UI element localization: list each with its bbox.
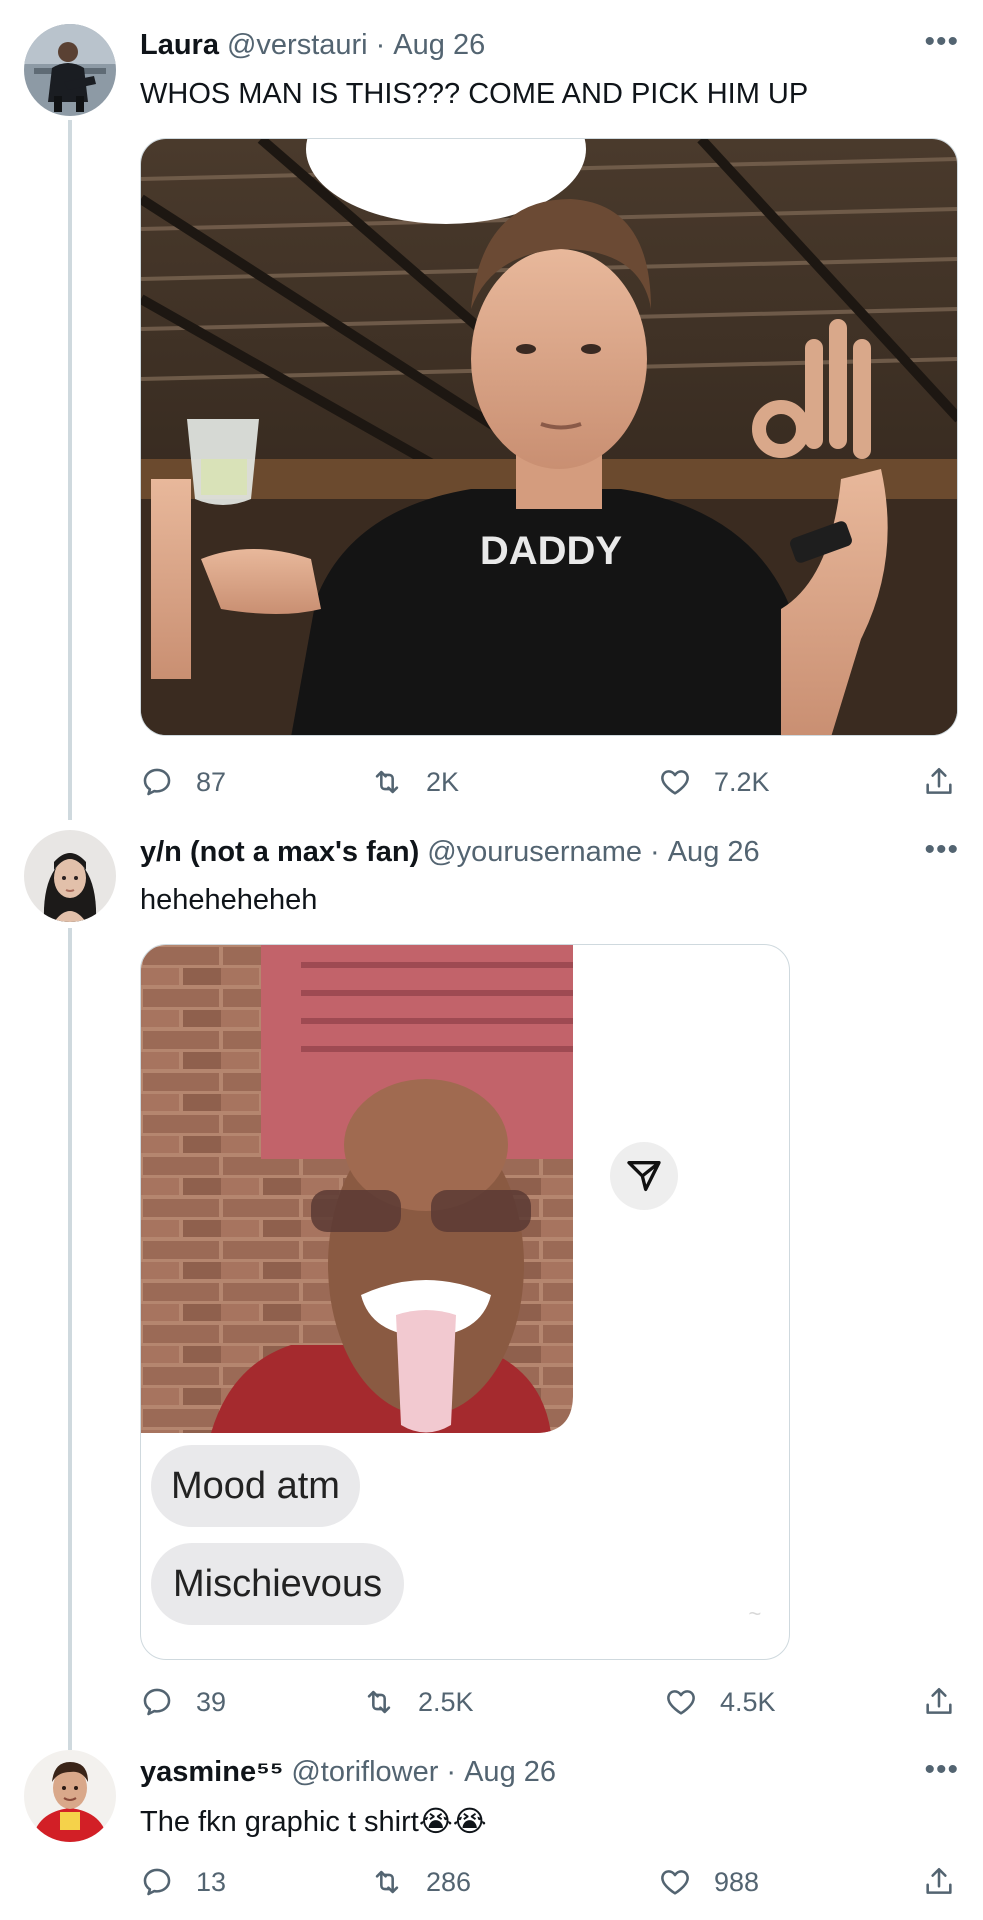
retweet-count: 2K <box>426 766 460 797</box>
reply-button[interactable]: 87 <box>140 760 226 804</box>
tweet-text: heheheheheh <box>140 884 318 916</box>
more-options-icon[interactable]: ••• <box>924 1755 959 1785</box>
tweet-actions: 13 286 988 <box>140 1860 952 1904</box>
send-icon[interactable] <box>624 1156 664 1196</box>
retweet-count: 2.5K <box>418 1686 474 1717</box>
like-count: 7.2K <box>714 766 770 797</box>
tweet-header: yasmine⁵⁵ @toriflower · Aug 26 <box>140 1752 556 1792</box>
tweet-date[interactable]: Aug 26 <box>668 836 760 869</box>
share-icon <box>926 1687 952 1714</box>
more-options-icon[interactable]: ••• <box>924 27 959 57</box>
chat-bubble: Mischievous <box>151 1543 405 1625</box>
thread-line <box>68 928 72 1750</box>
avatar[interactable] <box>24 1750 116 1842</box>
retweet-button[interactable]: 286 <box>370 1860 471 1904</box>
tweet-header: y/n (not a max's fan) @yourusername · Au… <box>140 832 760 872</box>
tweet-image[interactable]: ~ Mood atm Mischievous <box>140 944 790 1660</box>
avatar[interactable] <box>24 830 116 922</box>
more-options-icon[interactable]: ••• <box>924 835 959 865</box>
like-count: 4.5K <box>720 1686 776 1717</box>
user-handle[interactable]: @yourusername <box>427 836 642 869</box>
retweet-icon <box>375 1870 399 1894</box>
reply-icon <box>143 1868 171 1896</box>
avatar[interactable] <box>24 24 116 116</box>
heart-icon <box>667 1690 695 1715</box>
chat-bubble-text: Mood atm <box>171 1464 340 1507</box>
share-icon <box>926 767 952 794</box>
chat-bubble: Mood atm <box>151 1445 360 1527</box>
tweet-header: Laura @verstauri · Aug 26 <box>140 25 485 65</box>
retweet-icon <box>375 770 399 794</box>
tweet-1[interactable]: Laura @verstauri · Aug 26 ••• WHOS MAN I… <box>0 0 983 830</box>
separator: · <box>446 1755 457 1788</box>
tweet-2[interactable]: y/n (not a max's fan) @yourusername · Au… <box>0 830 983 1750</box>
reply-icon <box>143 768 171 796</box>
retweet-button[interactable]: 2K <box>370 760 459 804</box>
chat-bubble-text: Mischievous <box>173 1562 383 1605</box>
tweet-text: WHOS MAN IS THIS??? COME AND PICK HIM UP <box>140 78 809 110</box>
reply-button[interactable]: 39 <box>140 1680 226 1724</box>
reply-count: 39 <box>196 1686 227 1717</box>
reply-count: 13 <box>196 1866 227 1897</box>
thread-line <box>68 120 72 820</box>
separator: · <box>375 28 386 61</box>
tweet-actions: 39 2.5K 4.5K <box>140 1680 952 1724</box>
display-name[interactable]: y/n (not a max's fan) <box>140 836 419 869</box>
svg-text:~: ~ <box>748 1601 761 1626</box>
shirt-caption: DADDY <box>480 529 623 573</box>
user-handle[interactable]: @toriflower <box>291 1756 438 1789</box>
tweet-text: The fkn graphic t shirt😭😭 <box>140 1806 487 1838</box>
like-button[interactable]: 988 <box>658 1860 759 1904</box>
heart-icon <box>661 1870 689 1895</box>
share-icon <box>926 1867 952 1894</box>
reply-button[interactable]: 13 <box>140 1860 226 1904</box>
like-button[interactable]: 7.2K <box>658 760 770 804</box>
separator: · <box>650 835 660 868</box>
retweet-icon <box>367 1690 391 1714</box>
reply-icon <box>143 1688 171 1716</box>
tweet-actions: 87 2K 7.2K <box>140 760 952 804</box>
tweet-date[interactable]: Aug 26 <box>393 29 485 62</box>
tweet-image[interactable]: DADDY <box>140 138 958 736</box>
display-name[interactable]: Laura <box>140 29 219 62</box>
retweet-button[interactable]: 2.5K <box>362 1680 474 1724</box>
reply-count: 87 <box>196 766 227 797</box>
share-button[interactable] <box>922 1860 956 1904</box>
like-count: 988 <box>714 1866 760 1897</box>
retweet-count: 286 <box>426 1866 472 1897</box>
like-button[interactable]: 4.5K <box>664 1680 776 1724</box>
display-name[interactable]: yasmine⁵⁵ <box>140 1756 283 1789</box>
share-button[interactable] <box>922 760 956 804</box>
heart-icon <box>661 770 689 795</box>
tweet-date[interactable]: Aug 26 <box>464 1756 556 1789</box>
user-handle[interactable]: @verstauri <box>227 29 368 62</box>
share-button[interactable] <box>922 1680 956 1724</box>
tweet-3[interactable]: yasmine⁵⁵ @toriflower · Aug 26 ••• The f… <box>0 1750 983 1920</box>
